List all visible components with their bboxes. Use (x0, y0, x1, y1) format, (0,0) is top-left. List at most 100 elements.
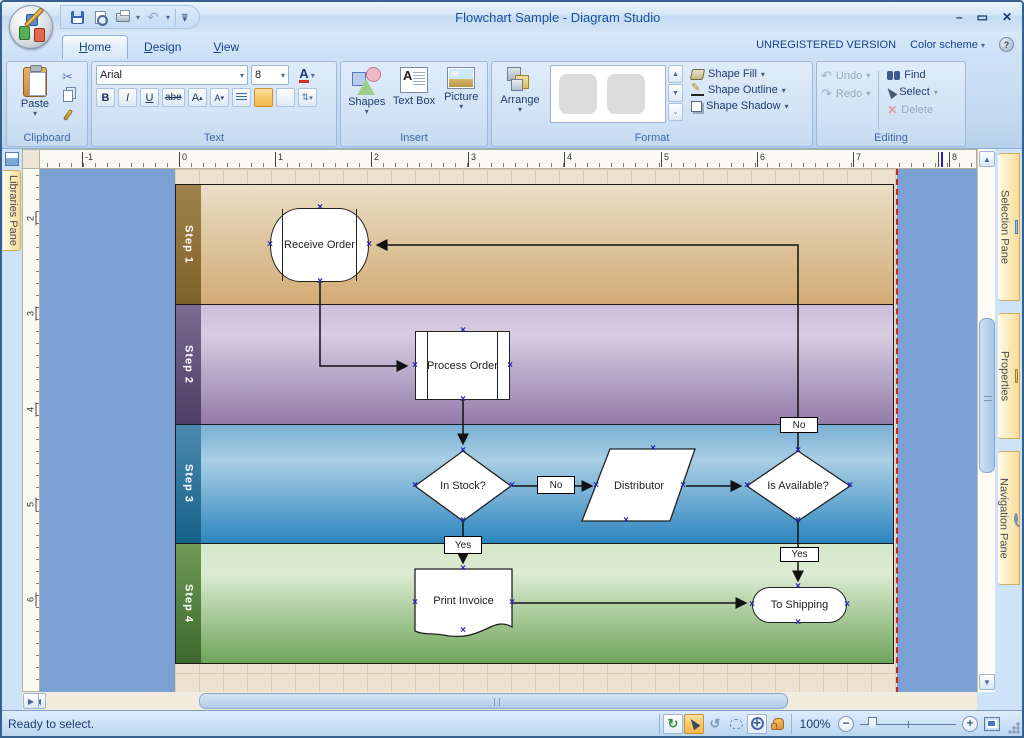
font-name-select[interactable]: Arial▾ (96, 65, 248, 85)
cut-button[interactable]: ✂ (59, 69, 76, 85)
vertical-scrollbar[interactable]: ▲ ▼ (977, 149, 995, 692)
node-print-invoice[interactable]: Print Invoice (417, 583, 510, 619)
grow-font-button[interactable]: A▴ (188, 88, 207, 107)
format-painter-button[interactable] (59, 107, 76, 123)
gallery-more-button[interactable]: ⌄ (668, 103, 683, 121)
connection-point[interactable]: × (623, 516, 629, 526)
node-receive-order[interactable]: Receive Order (270, 208, 369, 282)
italic-button[interactable]: I (118, 88, 137, 107)
connection-point[interactable]: × (650, 444, 656, 454)
gallery-down-button[interactable]: ▼ (668, 84, 683, 102)
strikethrough-button[interactable]: abe (162, 88, 185, 107)
zoom-out-button[interactable]: − (838, 716, 854, 732)
tab-home[interactable]: Home (62, 35, 128, 59)
selection-pane-tab[interactable]: Selection Pane (998, 153, 1020, 301)
node-process-order[interactable]: Process Order (415, 331, 510, 400)
page-sync-tool[interactable]: ↻ (663, 714, 683, 734)
customize-qat-button[interactable]: ≖▾ (181, 13, 189, 21)
connection-point[interactable]: × (317, 203, 323, 213)
connection-point[interactable]: × (460, 564, 466, 574)
delete-button[interactable]: ✕ Delete (887, 103, 938, 117)
close-button[interactable]: ✕ (1002, 10, 1012, 24)
redo-ribbon-button[interactable]: ↷ Redo▾ (821, 87, 870, 100)
connection-point[interactable]: × (460, 395, 466, 405)
align-right-button[interactable] (276, 88, 295, 107)
zoom-slider[interactable] (860, 716, 956, 732)
shapes-button[interactable]: Shapes▾ (345, 65, 388, 131)
lane-header-step1[interactable]: Step 1 (176, 185, 201, 304)
print-dropdown[interactable]: ▾ (136, 13, 140, 22)
connection-point[interactable]: × (795, 446, 801, 456)
style-gallery[interactable]: ▲ ▼ ⌄ (550, 65, 683, 131)
connection-point[interactable]: × (366, 240, 372, 250)
connection-point[interactable]: × (317, 277, 323, 287)
connection-point[interactable]: × (460, 326, 466, 336)
lasso-tool[interactable] (726, 714, 746, 734)
connection-point[interactable]: × (267, 240, 273, 250)
paste-button[interactable]: Paste▾ (11, 65, 59, 131)
lane-header-step4[interactable]: Step 4 (176, 544, 201, 663)
lane-header-step3[interactable]: Step 3 (176, 425, 201, 544)
style-swatch[interactable] (607, 74, 645, 114)
edge-label-no[interactable]: No (780, 417, 818, 433)
font-color-button[interactable]: A▾ (292, 65, 322, 85)
bold-button[interactable]: B (96, 88, 115, 107)
shrink-font-button[interactable]: A▾ (210, 88, 229, 107)
text-box-button[interactable]: A Text Box (390, 65, 437, 131)
shape-shadow-button[interactable]: Shape Shadow▾ (691, 100, 789, 112)
connection-point[interactable]: × (509, 598, 515, 608)
connection-point[interactable]: × (844, 600, 850, 610)
horizontal-scrollbar[interactable]: ◀ ▶ (22, 692, 977, 710)
tab-view[interactable]: View (197, 36, 255, 59)
scroll-up-button[interactable]: ▲ (979, 151, 995, 167)
connection-point[interactable]: × (795, 618, 801, 628)
maximize-button[interactable]: ▭ (977, 10, 988, 24)
print-preview-button[interactable] (90, 7, 110, 27)
picture-button[interactable]: Picture▾ (440, 65, 483, 131)
drawing-canvas[interactable]: Step 1 Step 2 Step 3 Step 4 (40, 169, 977, 692)
gallery-up-button[interactable]: ▲ (668, 65, 683, 83)
align-center-button[interactable] (254, 88, 273, 107)
connection-point[interactable]: × (412, 598, 418, 608)
connection-point[interactable]: × (507, 361, 513, 371)
scroll-down-button[interactable]: ▼ (979, 674, 995, 690)
horizontal-scroll-thumb[interactable] (199, 693, 788, 709)
connection-point[interactable]: × (749, 600, 755, 610)
connection-point[interactable]: × (744, 481, 750, 491)
shape-outline-button[interactable]: Shape Outline▾ (691, 84, 789, 96)
hand-tool[interactable] (768, 714, 788, 734)
resize-grip[interactable] (1008, 722, 1020, 734)
rotate-tool[interactable]: ↺ (705, 714, 725, 734)
libraries-pane-tab[interactable]: Libraries Pane (3, 170, 21, 251)
minimize-button[interactable]: – (956, 10, 963, 24)
node-distributor[interactable]: Distributor (596, 469, 682, 503)
navigation-pane-tab[interactable]: Navigation Pane (998, 451, 1020, 585)
find-button[interactable]: Find (887, 69, 938, 81)
zoom-in-button[interactable]: + (962, 716, 978, 732)
properties-tab[interactable]: Properties (998, 313, 1020, 439)
connection-point[interactable]: × (460, 626, 466, 636)
pointer-tool[interactable] (684, 714, 704, 734)
save-button[interactable] (67, 7, 87, 27)
undo-dropdown[interactable]: ▾ (166, 13, 170, 22)
undo-button[interactable]: ↶ (143, 7, 163, 27)
style-swatch[interactable] (559, 74, 597, 114)
connection-point[interactable]: × (460, 446, 466, 456)
vertical-scroll-thumb[interactable] (979, 318, 995, 473)
connection-point[interactable]: × (412, 361, 418, 371)
scroll-right-button[interactable]: ▶ (23, 693, 39, 709)
connection-point[interactable]: × (412, 481, 418, 491)
app-menu-button[interactable] (9, 5, 53, 49)
help-icon[interactable]: ? (999, 37, 1014, 52)
pan-zoom-tool[interactable]: ✛ (747, 714, 767, 734)
underline-button[interactable]: U (140, 88, 159, 107)
edge-label-no[interactable]: No (537, 476, 575, 494)
connection-point[interactable]: × (509, 481, 515, 491)
shape-fill-button[interactable]: Shape Fill▾ (691, 68, 789, 80)
color-scheme-menu[interactable]: Color scheme ▾ (910, 39, 985, 51)
edge-label-yes[interactable]: Yes (780, 547, 819, 562)
connection-point[interactable]: × (593, 481, 599, 491)
connection-point[interactable]: × (847, 481, 853, 491)
tab-design[interactable]: Design (128, 36, 197, 59)
select-button[interactable]: Select▾ (887, 86, 938, 98)
